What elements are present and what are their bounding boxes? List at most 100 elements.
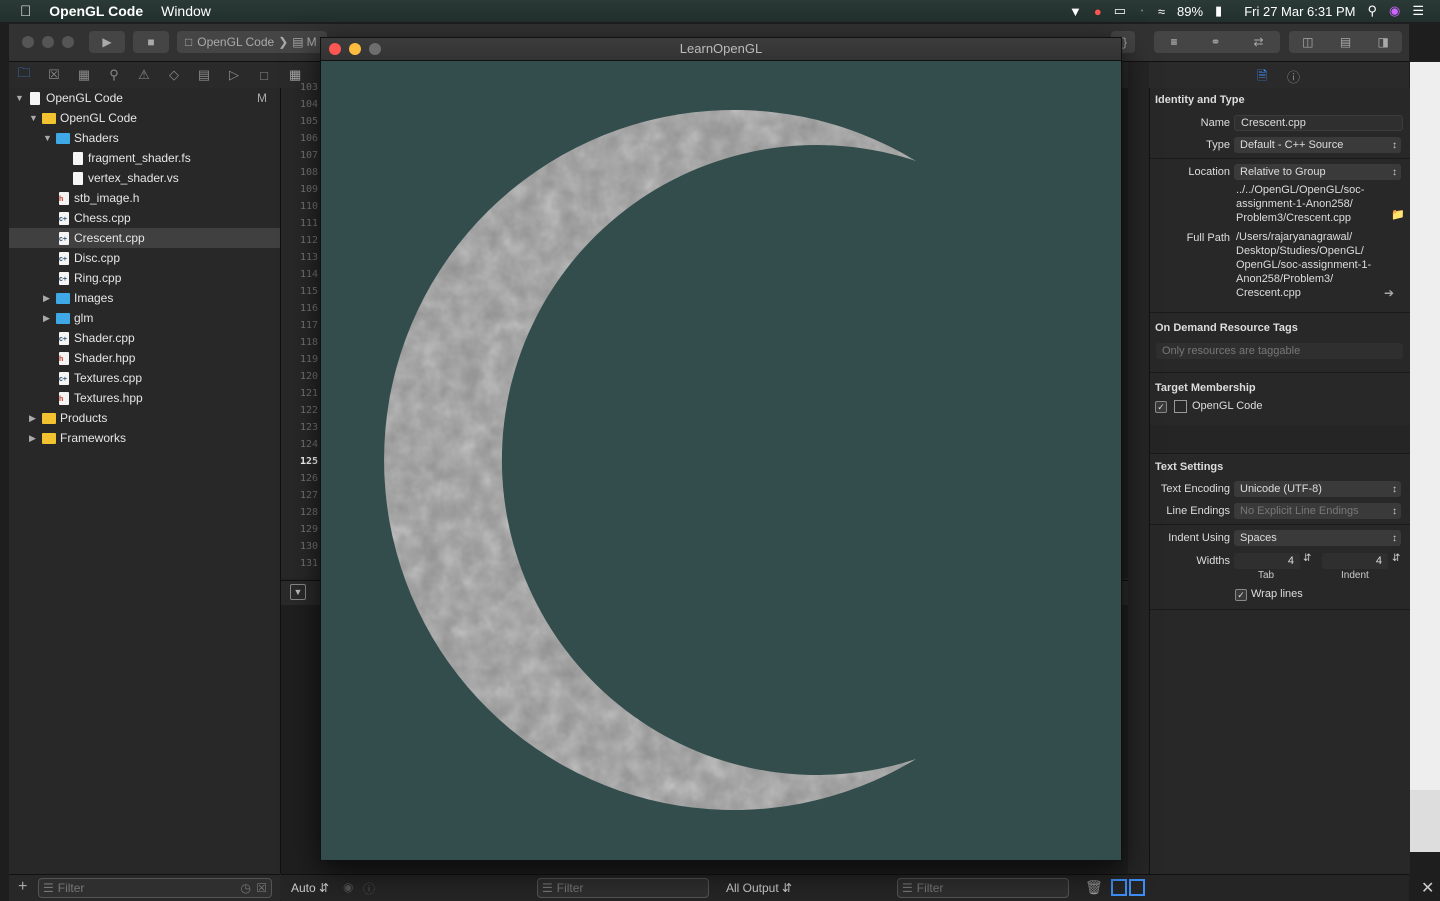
trash-icon[interactable]: 🗑 [1085, 879, 1103, 896]
disclosure-closed-icon[interactable]: ▶ [43, 313, 50, 324]
wifi-icon[interactable]: ≈ [1158, 4, 1165, 19]
line-number[interactable]: 122 [300, 405, 318, 416]
breakpoint-navigator-icon[interactable]: ▷ [219, 67, 249, 83]
debug-navigator-icon[interactable]: ▤ [189, 67, 219, 83]
tree-row-file[interactable]: h stb_image.h [9, 188, 280, 208]
odr-tags-field[interactable]: Only resources are taggable [1156, 343, 1403, 359]
add-icon[interactable]: + [18, 878, 27, 896]
editor-mode-segment[interactable]: ≡ ⚭ ⇄ [1154, 31, 1280, 53]
line-number[interactable]: 124 [300, 439, 318, 450]
tree-row-images[interactable]: ▶ Images [9, 288, 280, 308]
tree-row-shaders[interactable]: ▼ Shaders [9, 128, 280, 148]
right-panel-icon[interactable]: ◨ [1377, 35, 1388, 49]
line-number[interactable]: 105 [300, 116, 318, 127]
project-navigator-icon[interactable]: 🗀 [9, 64, 39, 86]
tree-row-glm[interactable]: ▶ glm [9, 308, 280, 328]
line-number[interactable]: 112 [300, 235, 318, 246]
quick-help-icon[interactable]: ⓘ [1287, 67, 1300, 86]
line-number[interactable]: 103 [300, 82, 318, 93]
line-number[interactable]: 110 [300, 201, 318, 212]
tree-row-file[interactable]: c+ Chess.cpp [9, 208, 280, 228]
line-number[interactable]: 121 [300, 388, 318, 399]
spotlight-search-icon[interactable]: ⚲ [1367, 3, 1377, 19]
disclosure-closed-icon[interactable]: ▶ [29, 433, 36, 444]
panel-toggle-segment[interactable]: ◫ ▤ ◨ [1289, 31, 1402, 53]
disclosure-closed-icon[interactable]: ▶ [43, 293, 50, 304]
type-popup[interactable]: Default - C++ Source [1234, 137, 1401, 153]
encoding-popup[interactable]: Unicode (UTF-8) [1234, 481, 1401, 497]
disclosure-open-icon[interactable]: ▼ [29, 113, 38, 123]
line-number[interactable]: 127 [300, 490, 318, 501]
archive-icon[interactable]: ▼ [1069, 4, 1082, 19]
target-checkbox[interactable]: ✓ [1155, 401, 1167, 413]
line-number[interactable]: 107 [300, 150, 318, 161]
run-button[interactable]: ▶ [89, 31, 125, 53]
airplay-icon[interactable]: ▭ [1114, 3, 1126, 19]
standard-editor-icon[interactable]: ≡ [1170, 35, 1177, 49]
line-number[interactable]: 114 [300, 269, 318, 280]
file-inspector-icon[interactable]: 🗎 [1257, 67, 1267, 89]
siri-icon[interactable]: ◉ [1389, 3, 1400, 19]
line-number[interactable]: 128 [300, 507, 318, 518]
find-navigator-icon[interactable]: ⚲ [99, 67, 129, 83]
tree-row-project[interactable]: ▼ OpenGL Code M [9, 88, 280, 108]
tree-row-file[interactable]: vertex_shader.vs [9, 168, 280, 188]
scheme-selector[interactable]: □ OpenGL Code ❯ ▤ M [177, 31, 327, 53]
output-select[interactable]: All Output ⇵ [726, 881, 792, 895]
line-number[interactable]: 104 [300, 99, 318, 110]
notification-center-icon[interactable]: ☰ [1412, 3, 1424, 19]
line-number[interactable]: 116 [300, 303, 318, 314]
left-panel-icon[interactable]: ◫ [1302, 35, 1313, 49]
line-number[interactable]: 129 [300, 524, 318, 535]
disclosure-open-icon[interactable]: ▼ [43, 133, 52, 143]
variables-filter-field[interactable]: ☰ Filter [537, 878, 709, 898]
recent-files-icon[interactable]: ◷ [241, 881, 251, 895]
disclosure-open-icon[interactable]: ▼ [15, 93, 24, 103]
tree-row-file[interactable]: c+ Disc.cpp [9, 248, 280, 268]
close-button[interactable] [22, 36, 34, 48]
indent-using-popup[interactable]: Spaces [1234, 530, 1401, 546]
tree-row-group[interactable]: ▼ OpenGL Code [9, 108, 280, 128]
version-editor-icon[interactable]: ⇄ [1253, 35, 1263, 49]
line-number[interactable]: 126 [300, 473, 318, 484]
line-number[interactable]: 115 [300, 286, 318, 297]
menu-app-name[interactable]: OpenGL Code [49, 3, 143, 19]
reveal-in-finder-icon[interactable]: ➔ [1384, 286, 1394, 300]
wrap-lines-checkbox[interactable]: ✓ [1235, 589, 1247, 601]
tree-row-file[interactable]: c+ Textures.cpp [9, 368, 280, 388]
line-number[interactable]: 106 [300, 133, 318, 144]
line-number[interactable]: 123 [300, 422, 318, 433]
tree-row-file-selected[interactable]: c+ Crescent.cpp [9, 228, 280, 248]
stop-button[interactable]: ■ [133, 31, 169, 53]
tree-row-file[interactable]: c+ Ring.cpp [9, 268, 280, 288]
test-navigator-icon[interactable]: ◇ [159, 67, 189, 83]
related-items-icon[interactable]: ▦ [289, 67, 301, 83]
line-number[interactable]: 130 [300, 541, 318, 552]
line-number[interactable]: 113 [300, 252, 318, 263]
navigator-filter-field[interactable]: ☰ Filter ◷ ☒ [38, 878, 272, 898]
indent-width-field[interactable]: 4 [1322, 553, 1388, 569]
notification-badge-icon[interactable]: ● [1094, 4, 1102, 19]
location-popup[interactable]: Relative to Group [1234, 164, 1401, 180]
issue-navigator-icon[interactable]: ⚠ [129, 67, 159, 83]
tree-row-file[interactable]: h Textures.hpp [9, 388, 280, 408]
line-endings-popup[interactable]: No Explicit Line Endings [1234, 503, 1401, 519]
console-filter-field[interactable]: ☰ Filter [897, 878, 1069, 898]
assistant-editor-icon[interactable]: ⚭ [1210, 35, 1220, 49]
zoom-button[interactable] [62, 36, 74, 48]
close-icon[interactable]: ✕ [1421, 878, 1434, 898]
report-navigator-icon[interactable]: □ [249, 68, 279, 83]
bluetooth-icon[interactable]: ᛫ [1138, 4, 1146, 19]
folder-icon[interactable]: 📁 [1391, 208, 1405, 221]
line-number[interactable]: 119 [300, 354, 318, 365]
apple-icon[interactable]:  [20, 3, 31, 20]
tab-width-stepper[interactable]: ⇵ [1303, 553, 1311, 564]
line-number[interactable]: 118 [300, 337, 318, 348]
bottom-panel-icon[interactable]: ▤ [1340, 35, 1351, 49]
show-console-icon[interactable] [1129, 879, 1145, 896]
battery-icon[interactable]: ▮ [1215, 3, 1222, 19]
tree-row-file[interactable]: h Shader.hpp [9, 348, 280, 368]
indent-width-stepper[interactable]: ⇵ [1392, 553, 1400, 564]
line-number[interactable]: 125 [300, 456, 318, 467]
menu-window[interactable]: Window [161, 3, 211, 19]
